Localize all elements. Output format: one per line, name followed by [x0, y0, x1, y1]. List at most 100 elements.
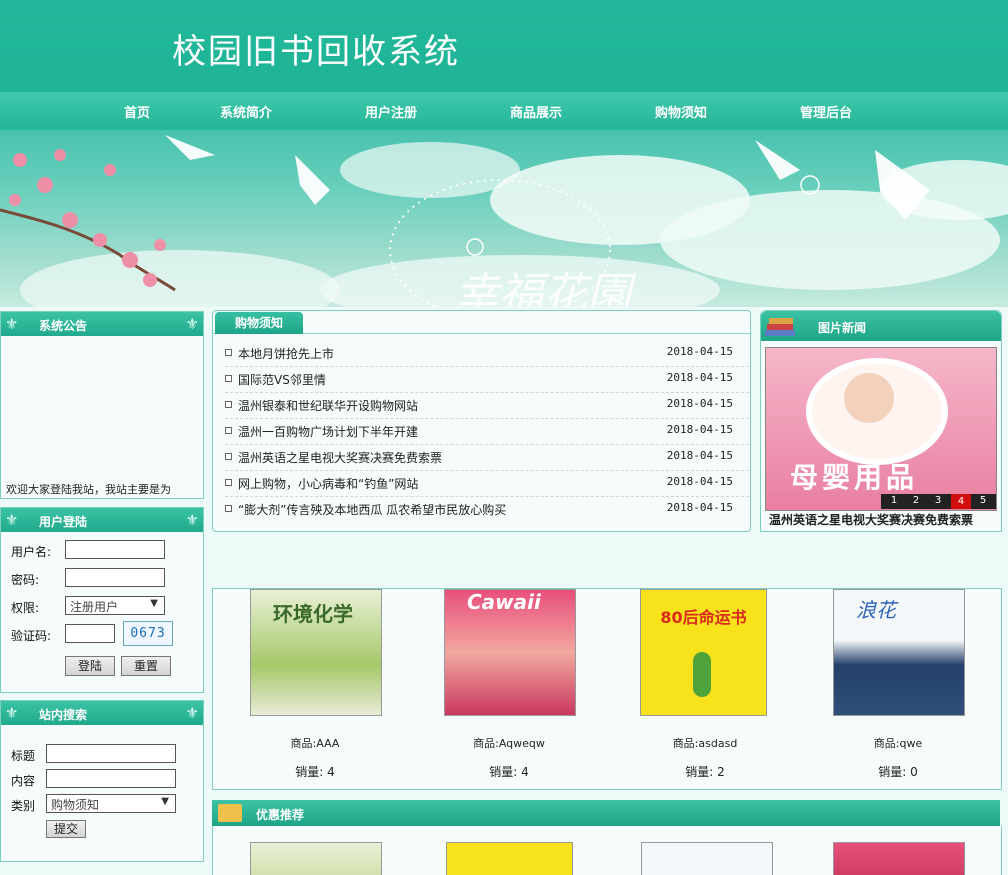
- pager-5[interactable]: 5: [974, 495, 992, 506]
- product-card[interactable]: Cawaii 商品:Aqweqw 销量: 4: [417, 589, 597, 789]
- product-grid: 环境化学 商品:AAA 销量: 4 Cawaii 商品:Aqweqw 销量: 4…: [212, 588, 1002, 790]
- product-name[interactable]: 商品:qwe: [818, 735, 978, 751]
- product-cover-text: 80后命运书: [660, 608, 747, 627]
- cactus-illustration: [693, 652, 711, 697]
- search-title: 站内搜索: [39, 708, 88, 722]
- recommend-cover[interactable]: [250, 842, 382, 875]
- news-title[interactable]: 温州银泰和世纪联华开设购物网站: [238, 397, 418, 414]
- username-input[interactable]: [65, 540, 165, 559]
- login-panel: ⚜ 用户登陆 ⚜ 用户名: 密码: 权限: 注册用户 ▼ 验证码: 0673 登…: [0, 507, 204, 693]
- picture-news-caption[interactable]: 温州英语之星电视大奖赛决赛免费索票: [769, 511, 973, 528]
- search-title-input[interactable]: [46, 744, 176, 763]
- recommend-title: 优惠推荐: [256, 808, 305, 822]
- password-input[interactable]: [65, 568, 165, 587]
- chevron-down-icon: ▼: [150, 598, 158, 609]
- ornament-icon: ⚜: [185, 511, 199, 529]
- nav-intro[interactable]: 系统简介: [220, 102, 272, 121]
- product-cover[interactable]: 环境化学: [250, 589, 382, 716]
- ornament-icon: ⚜: [5, 511, 19, 529]
- reset-button[interactable]: 重置: [121, 656, 171, 676]
- bullet-icon: [225, 505, 232, 512]
- product-sales: 销量: 4: [489, 765, 529, 779]
- news-date: 2018-04-15: [666, 423, 733, 436]
- announcement-panel: ⚜ 系统公告 ⚜ 欢迎大家登陆我站，我站主要是为: [0, 311, 204, 499]
- nav-register[interactable]: 用户注册: [365, 102, 417, 121]
- news-title[interactable]: “膨大剂”传言殃及本地西瓜 瓜农希望市民放心购买: [238, 501, 506, 518]
- picture-news-image-text: 母婴用品: [790, 461, 919, 494]
- shopping-notice-panel: 购物须知 本地月饼抢先上市 2018-04-15 国际范VS邻里情 2018-0…: [212, 310, 751, 532]
- product-cover[interactable]: Cawaii: [444, 589, 576, 716]
- pager-1[interactable]: 1: [885, 495, 903, 506]
- pager-2[interactable]: 2: [907, 495, 925, 506]
- role-label: 权限:: [11, 601, 40, 615]
- tab-label: 购物须知: [234, 316, 283, 330]
- captcha-label: 验证码:: [11, 629, 52, 643]
- search-content-input[interactable]: [46, 769, 176, 788]
- news-title[interactable]: 国际范VS邻里情: [238, 371, 326, 388]
- ornament-icon: ⚜: [5, 315, 19, 333]
- news-row[interactable]: 温州银泰和世纪联华开设购物网站 2018-04-15: [225, 392, 749, 419]
- chevron-down-icon: ▼: [161, 796, 169, 807]
- product-sales: 销量: 0: [878, 765, 918, 779]
- recommend-header: 优惠推荐: [212, 800, 1000, 826]
- banner-caption: 幸福花園: [455, 269, 631, 307]
- folder-icon: [218, 804, 242, 822]
- picture-news-header: 图片新闻: [761, 311, 1001, 341]
- picture-news-title: 图片新闻: [818, 321, 867, 335]
- news-row[interactable]: “膨大剂”传言殃及本地西瓜 瓜农希望市民放心购买 2018-04-15: [225, 496, 749, 522]
- news-title[interactable]: 网上购物，小心病毒和“钓鱼”网站: [238, 475, 418, 492]
- product-name[interactable]: 商品:asdasd: [625, 735, 785, 751]
- login-button[interactable]: 登陆: [65, 656, 115, 676]
- news-title[interactable]: 温州英语之星电视大奖赛决赛免费索票: [238, 449, 442, 466]
- search-category-label: 类别: [11, 799, 36, 813]
- news-date: 2018-04-15: [666, 345, 733, 358]
- recommend-cover[interactable]: [446, 842, 573, 875]
- announcement-title: 系统公告: [39, 319, 88, 333]
- news-date: 2018-04-15: [666, 501, 733, 514]
- product-card[interactable]: 环境化学 商品:AAA 销量: 4: [221, 589, 401, 789]
- news-title[interactable]: 本地月饼抢先上市: [238, 345, 334, 362]
- nav-admin[interactable]: 管理后台: [800, 102, 852, 121]
- product-card[interactable]: 浪花 商品:qwe 销量: 0: [809, 589, 989, 789]
- search-panel: ⚜ 站内搜索 ⚜ 标题 内容 类别 购物须知 ▼ 提交: [0, 700, 204, 862]
- product-cover-text: 环境化学: [273, 602, 353, 626]
- role-select-value: 注册用户: [70, 600, 119, 614]
- role-select[interactable]: 注册用户 ▼: [65, 596, 165, 615]
- product-cover[interactable]: 80后命运书: [640, 589, 767, 716]
- captcha-image[interactable]: 0673: [123, 621, 173, 646]
- product-card[interactable]: 80后命运书 商品:asdasd 销量: 2: [613, 589, 793, 789]
- pager-4-active[interactable]: 4: [951, 494, 971, 509]
- recommend-cover[interactable]: [641, 842, 773, 875]
- product-cover[interactable]: 浪花: [833, 589, 965, 716]
- bullet-icon: [225, 349, 232, 356]
- product-sales: 销量: 2: [685, 765, 725, 779]
- recommend-cover[interactable]: [833, 842, 965, 875]
- news-row[interactable]: 国际范VS邻里情 2018-04-15: [225, 366, 749, 393]
- search-submit-button[interactable]: 提交: [46, 820, 86, 838]
- recommend-grid: [212, 826, 1002, 875]
- news-row[interactable]: 温州英语之星电视大奖赛决赛免费索票 2018-04-15: [225, 444, 749, 471]
- nav-shopping-guide[interactable]: 购物须知: [655, 102, 707, 121]
- captcha-input[interactable]: [65, 624, 115, 643]
- news-row[interactable]: 本地月饼抢先上市 2018-04-15: [225, 340, 749, 367]
- ornament-icon: ⚜: [185, 315, 199, 333]
- picture-news-image[interactable]: 母婴用品 1 2 3 4 5: [765, 347, 997, 511]
- news-title[interactable]: 温州一百购物广场计划下半年开建: [238, 423, 418, 440]
- nav-home[interactable]: 首页: [124, 102, 150, 121]
- banner-image: 幸福花園: [0, 130, 1008, 307]
- slider-pager: 1 2 3 4 5: [881, 494, 996, 509]
- news-date: 2018-04-15: [666, 397, 733, 410]
- product-name[interactable]: 商品:Aqweqw: [429, 735, 589, 751]
- news-row[interactable]: 温州一百购物广场计划下半年开建 2018-04-15: [225, 418, 749, 445]
- login-header: ⚜ 用户登陆 ⚜: [1, 508, 203, 532]
- search-category-select[interactable]: 购物须知 ▼: [46, 794, 176, 813]
- tab-shopping-notice[interactable]: 购物须知: [215, 312, 303, 334]
- nav-products[interactable]: 商品展示: [510, 102, 562, 121]
- baby-face: [844, 373, 894, 423]
- announcement-header: ⚜ 系统公告 ⚜: [1, 312, 203, 336]
- pager-3[interactable]: 3: [929, 495, 947, 506]
- news-row[interactable]: 网上购物，小心病毒和“钓鱼”网站 2018-04-15: [225, 470, 749, 497]
- books-icon: [765, 314, 799, 338]
- product-name[interactable]: 商品:AAA: [235, 735, 395, 751]
- ornament-icon: ⚜: [185, 704, 199, 722]
